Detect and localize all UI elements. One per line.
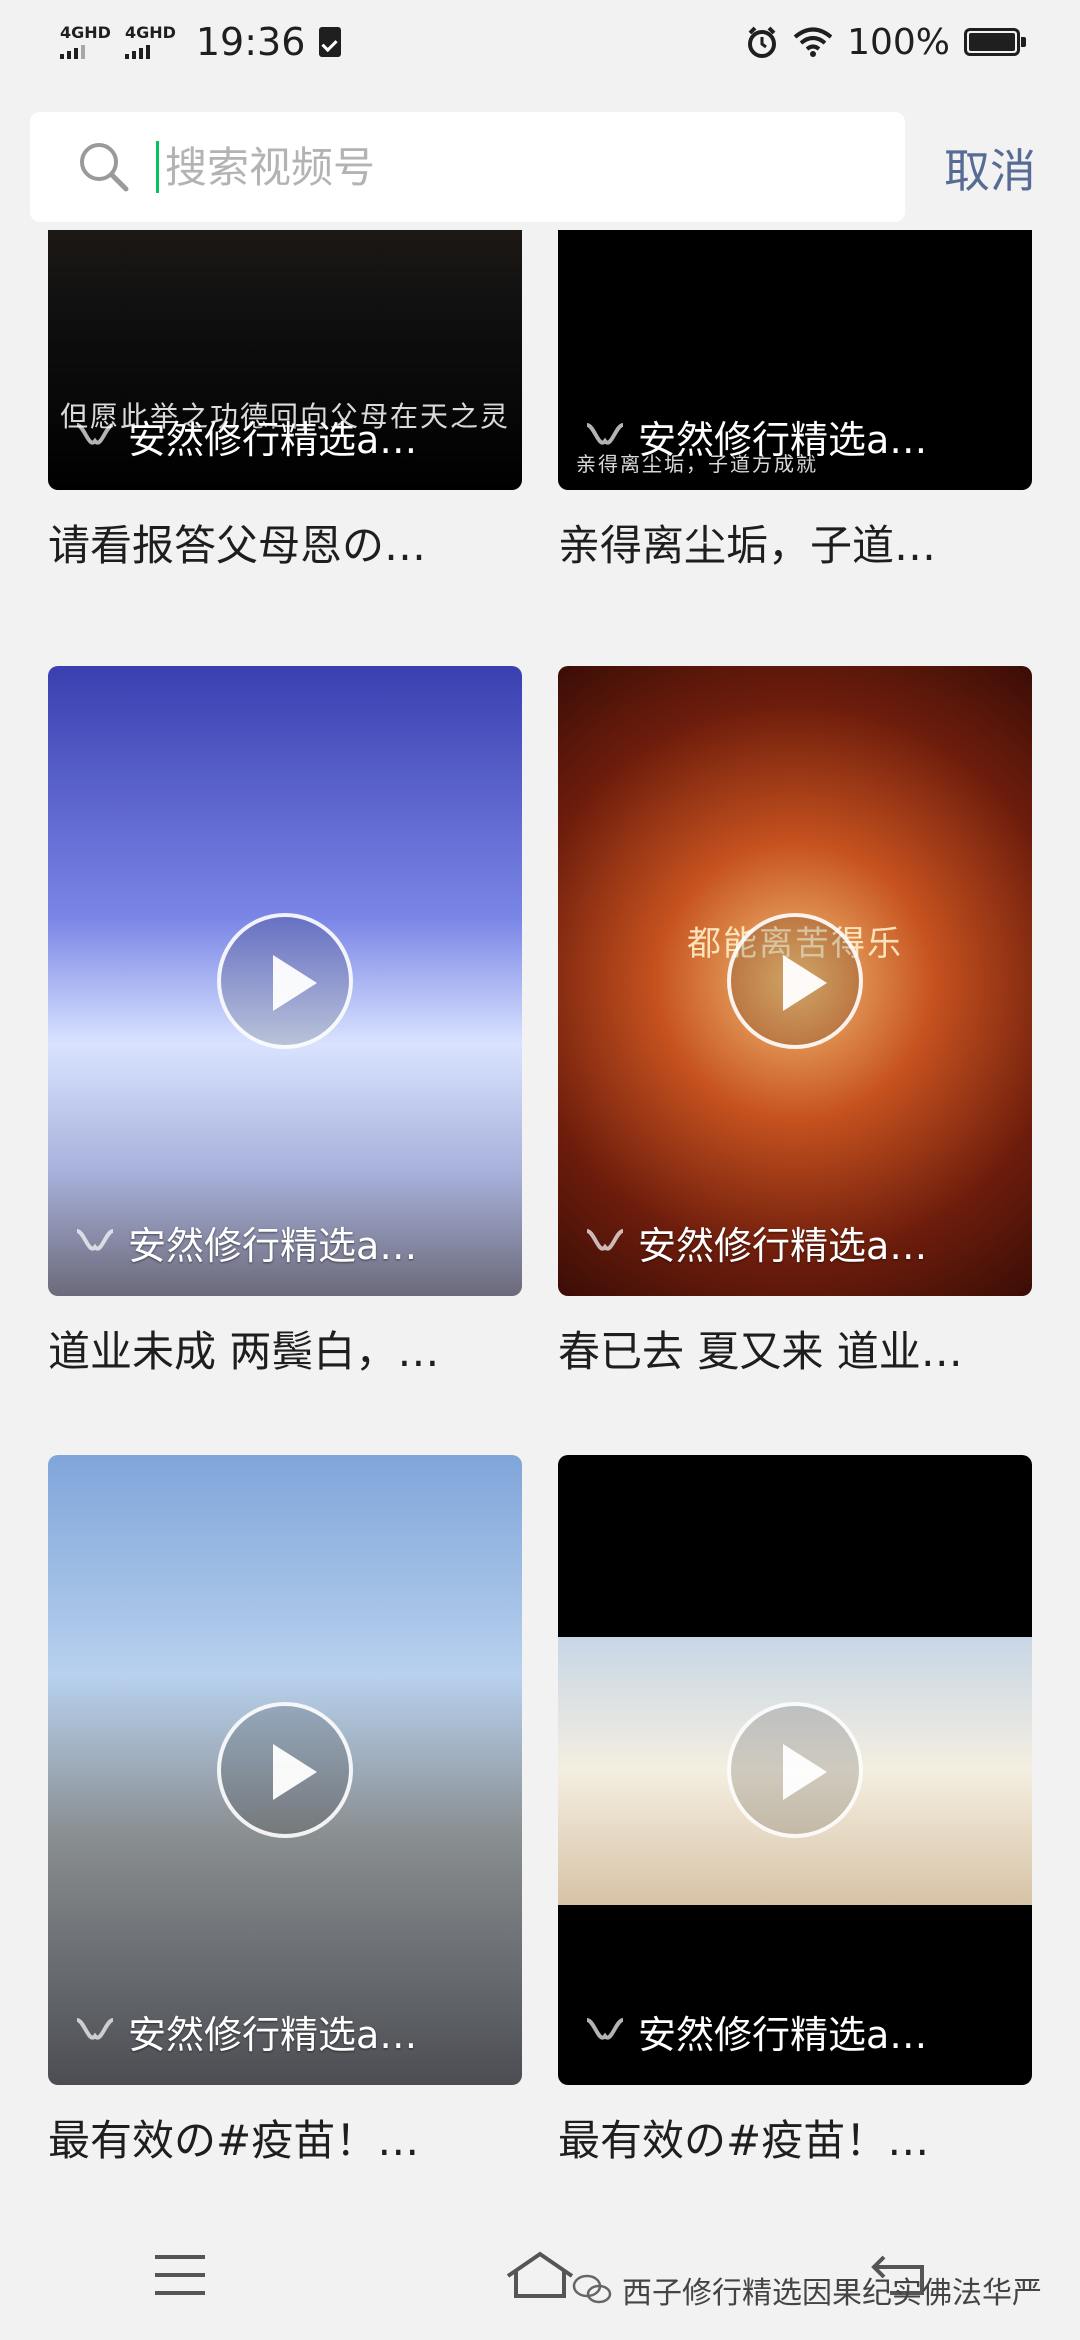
network-type-2: 4GHD bbox=[124, 23, 176, 42]
author-row: 安然修行精选a… bbox=[584, 1215, 927, 1270]
signal-2-icon: 4GHD bbox=[124, 23, 176, 59]
channels-logo-icon bbox=[586, 422, 624, 445]
clock: 19:36 bbox=[195, 20, 306, 64]
channels-logo-icon bbox=[76, 422, 114, 445]
author-row: 安然修行精选a… bbox=[584, 2004, 927, 2059]
video-thumbnail[interactable]: 安然修行精选a… bbox=[48, 666, 522, 1296]
video-thumbnail[interactable]: 安然修行精选a… bbox=[558, 1455, 1032, 2085]
channels-logo-icon bbox=[76, 2017, 114, 2040]
battery-icon bbox=[964, 28, 1026, 56]
author-row: 安然修行精选a… bbox=[74, 409, 417, 464]
signal-1-icon: 4GHD bbox=[60, 25, 111, 59]
author-name: 安然修行精选a… bbox=[128, 1224, 418, 1268]
wechat-icon bbox=[572, 2274, 612, 2304]
play-icon[interactable] bbox=[727, 913, 863, 1049]
text-cursor bbox=[156, 141, 159, 193]
author-name: 安然修行精选a… bbox=[128, 2013, 418, 2057]
video-thumbnail[interactable]: 亲得离尘垢，子道方成就 安然修行精选a… bbox=[558, 230, 1032, 490]
search-icon bbox=[80, 143, 129, 192]
video-card[interactable]: 亲得离尘垢，子道方成就 安然修行精选a… 亲得离尘垢，子道… bbox=[558, 230, 1032, 573]
video-caption[interactable]: 最有效の#疫苗！… bbox=[48, 2107, 522, 2168]
status-right: 100% bbox=[745, 21, 1026, 63]
home-icon bbox=[506, 2251, 574, 2298]
network-type-1: 4GHD bbox=[60, 23, 111, 42]
status-bar: 4GHD 4GHD 19:36 100% bbox=[0, 0, 1080, 84]
video-card[interactable]: 都能离苦得乐 安然修行精选a… 春已去 夏又来 道业… bbox=[558, 666, 1032, 1379]
video-thumbnail[interactable]: 但愿此举之功德回向父母在天之灵 安然修行精选a… bbox=[48, 230, 522, 490]
video-caption[interactable]: 最有效の#疫苗！… bbox=[558, 2107, 1032, 2168]
video-card[interactable]: 但愿此举之功德回向父母在天之灵 安然修行精选a… 请看报答父母恩の… bbox=[48, 230, 522, 573]
play-icon[interactable] bbox=[217, 1702, 353, 1838]
video-channel-search-page: 4GHD 4GHD 19:36 100% 搜索视频号 取消 但愿此举之功德回向父… bbox=[0, 0, 1080, 2340]
search-box[interactable] bbox=[30, 112, 905, 222]
author-name: 安然修行精选a… bbox=[638, 1224, 928, 1268]
play-icon[interactable] bbox=[727, 1702, 863, 1838]
video-grid: 但愿此举之功德回向父母在天之灵 安然修行精选a… 请看报答父母恩の… 亲得离尘垢… bbox=[0, 230, 1080, 2170]
video-caption[interactable]: 道业未成 两鬓白，… bbox=[48, 1318, 522, 1379]
menu-button[interactable] bbox=[135, 2245, 225, 2305]
video-caption[interactable]: 亲得离尘垢，子道… bbox=[558, 512, 1032, 573]
channels-logo-icon bbox=[76, 1228, 114, 1251]
video-card[interactable]: 安然修行精选a… 最有效の#疫苗！… bbox=[48, 1455, 522, 2168]
video-card[interactable]: 安然修行精选a… 道业未成 两鬓白，… bbox=[48, 666, 522, 1379]
play-icon[interactable] bbox=[217, 913, 353, 1049]
channels-logo-icon bbox=[586, 2017, 624, 2040]
video-thumbnail[interactable]: 都能离苦得乐 安然修行精选a… bbox=[558, 666, 1032, 1296]
menu-icon bbox=[155, 2255, 205, 2295]
status-left: 4GHD 4GHD 19:36 bbox=[60, 20, 342, 64]
author-row: 安然修行精选a… bbox=[74, 1215, 417, 1270]
channels-logo-icon bbox=[586, 1228, 624, 1251]
video-card[interactable]: 安然修行精选a… 最有效の#疫苗！… bbox=[558, 1455, 1032, 2168]
video-caption[interactable]: 春已去 夏又来 道业… bbox=[558, 1318, 1032, 1379]
alarm-icon bbox=[748, 26, 777, 58]
watermark: 西子修行精选因果纪实佛法华严 bbox=[572, 2268, 1042, 2312]
video-thumbnail[interactable]: 安然修行精选a… bbox=[48, 1455, 522, 2085]
author-name: 安然修行精选a… bbox=[638, 2013, 928, 2057]
author-name: 安然修行精选a… bbox=[638, 418, 928, 462]
clipboard-icon bbox=[319, 27, 342, 57]
video-caption[interactable]: 请看报答父母恩の… bbox=[48, 512, 522, 573]
cancel-button[interactable]: 取消 bbox=[920, 128, 1060, 208]
author-row: 安然修行精选a… bbox=[584, 409, 927, 464]
watermark-text: 西子修行精选因果纪实佛法华严 bbox=[622, 2276, 1042, 2311]
battery-percent: 100% bbox=[847, 21, 950, 63]
wifi-icon bbox=[793, 27, 833, 57]
author-row: 安然修行精选a… bbox=[74, 2004, 417, 2059]
search-input[interactable] bbox=[163, 141, 767, 193]
author-name: 安然修行精选a… bbox=[128, 418, 418, 462]
